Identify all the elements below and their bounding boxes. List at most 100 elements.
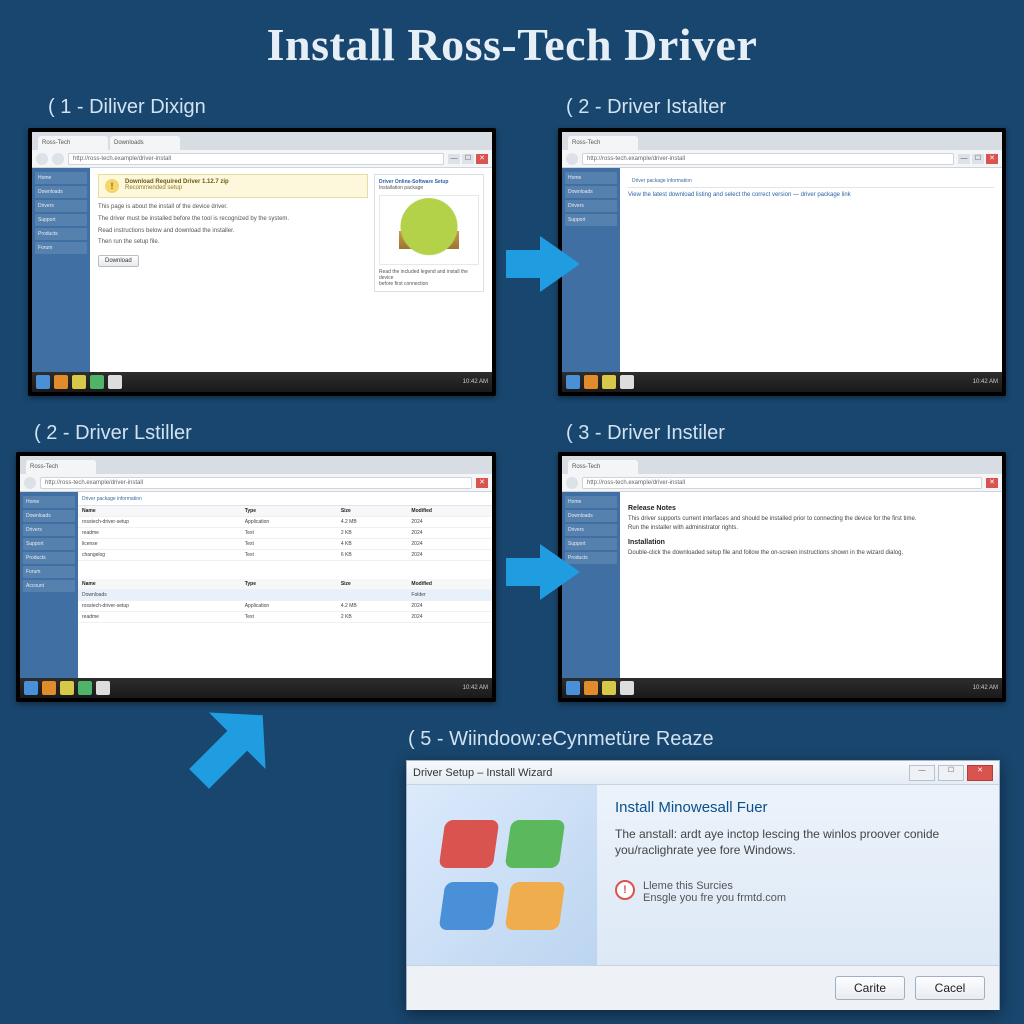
- window-minimize-icon[interactable]: —: [958, 154, 970, 164]
- address-bar[interactable]: http://ross-tech.example/driver-install: [40, 477, 472, 489]
- table-row[interactable]: changelogText6 KB2024: [78, 550, 492, 561]
- card-footer-text: before first connection: [379, 281, 479, 287]
- table-row[interactable]: readmeText2 KB2024: [78, 528, 492, 539]
- step-2b-label: ( 2 - Driver Lstiller: [34, 422, 192, 445]
- table-row[interactable]: licenseText4 KB2024: [78, 539, 492, 550]
- section-heading: Release Notes: [628, 504, 994, 513]
- flow-arrow-icon: [540, 236, 580, 292]
- site-sidebar: Home Downloads Drivers Support Products …: [32, 168, 90, 372]
- sidebar-item[interactable]: Home: [565, 496, 617, 508]
- back-icon[interactable]: [24, 477, 36, 489]
- browser-tab[interactable]: Ross-Tech: [568, 460, 638, 474]
- taskbar: 10:42 AM: [20, 678, 492, 698]
- card-footer-text: Read the included legend and install the…: [379, 269, 479, 281]
- table-row[interactable]: rosstech-driver-setupApplication4.2 MB20…: [78, 601, 492, 612]
- forward-icon[interactable]: [52, 153, 64, 165]
- taskbar-app-icon[interactable]: [620, 375, 634, 389]
- sidebar-item[interactable]: Downloads: [565, 510, 617, 522]
- step-2a-label: ( 2 - Driver Istalter: [566, 96, 726, 119]
- start-icon[interactable]: [24, 681, 38, 695]
- taskbar: 10:42 AM: [562, 372, 1002, 392]
- download-notice: Download Required Driver 1.12.7 zip Reco…: [98, 174, 368, 198]
- back-icon[interactable]: [566, 153, 578, 165]
- sidebar-item[interactable]: Forum: [35, 242, 87, 254]
- step-3-label: ( 3 - Driver Instiler: [566, 422, 725, 445]
- sidebar-item[interactable]: Products: [23, 552, 75, 564]
- window-maximize-icon[interactable]: ☐: [972, 154, 984, 164]
- window-maximize-icon[interactable]: ☐: [938, 765, 964, 781]
- taskbar-app-icon[interactable]: [72, 375, 86, 389]
- window-close-icon[interactable]: ✕: [967, 765, 993, 781]
- taskbar-app-icon[interactable]: [90, 375, 104, 389]
- product-illustration: [379, 195, 479, 265]
- sidebar-item[interactable]: Products: [35, 228, 87, 240]
- taskbar-app-icon[interactable]: [60, 681, 74, 695]
- sidebar-item[interactable]: Drivers: [35, 200, 87, 212]
- taskbar-app-icon[interactable]: [42, 681, 56, 695]
- sidebar-item[interactable]: Drivers: [23, 524, 75, 536]
- card-subheading: Installation package: [379, 185, 479, 191]
- step-2b-screenshot: Ross-Tech http://ross-tech.example/drive…: [16, 452, 496, 702]
- flow-arrow-icon: [540, 544, 580, 600]
- window-maximize-icon[interactable]: ☐: [462, 154, 474, 164]
- start-icon[interactable]: [566, 375, 580, 389]
- sidebar-item[interactable]: Drivers: [565, 200, 617, 212]
- address-bar[interactable]: http://ross-tech.example/driver-install: [582, 477, 982, 489]
- taskbar-app-icon[interactable]: [54, 375, 68, 389]
- browser-tab[interactable]: Ross-Tech: [38, 136, 108, 150]
- browser-tab-strip: Ross-Tech Downloads: [32, 132, 492, 150]
- window-minimize-icon[interactable]: —: [909, 765, 935, 781]
- window-close-icon[interactable]: ✕: [986, 154, 998, 164]
- window-close-icon[interactable]: ✕: [476, 478, 488, 488]
- browser-tab[interactable]: Ross-Tech: [26, 460, 96, 474]
- window-minimize-icon[interactable]: —: [448, 154, 460, 164]
- sidebar-item[interactable]: Home: [565, 172, 617, 184]
- taskbar-app-icon[interactable]: [108, 375, 122, 389]
- sidebar-item[interactable]: Forum: [23, 566, 75, 578]
- installer-dialog: Driver Setup – Install Wizard — ☐ ✕ Inst…: [406, 760, 1000, 1010]
- taskbar-app-icon[interactable]: [584, 681, 598, 695]
- cancel-button[interactable]: Cacel: [915, 976, 985, 1000]
- table-header-row: NameTypeSizeModified: [78, 506, 492, 517]
- notice-subtitle: Recommended setup: [125, 185, 229, 191]
- sidebar-item[interactable]: Downloads: [35, 186, 87, 198]
- sidebar-item[interactable]: Support: [35, 214, 87, 226]
- address-bar[interactable]: http://ross-tech.example/driver-install: [68, 153, 444, 165]
- sidebar-item[interactable]: Downloads: [23, 510, 75, 522]
- sidebar-item[interactable]: Home: [35, 172, 87, 184]
- start-icon[interactable]: [36, 375, 50, 389]
- address-bar[interactable]: http://ross-tech.example/driver-install: [582, 153, 954, 165]
- table-row[interactable]: readmeText2 KB2024: [78, 612, 492, 623]
- table-row[interactable]: rosstech-driver-setupApplication4.2 MB20…: [78, 517, 492, 528]
- taskbar-app-icon[interactable]: [602, 375, 616, 389]
- window-close-icon[interactable]: ✕: [986, 478, 998, 488]
- taskbar-app-icon[interactable]: [602, 681, 616, 695]
- download-button[interactable]: Download: [98, 255, 139, 267]
- body-text: Double-click the downloaded setup file a…: [628, 549, 994, 557]
- step-1-label: ( 1 - Diliver Dixign: [48, 96, 206, 119]
- sidebar-item[interactable]: Support: [565, 214, 617, 226]
- start-icon[interactable]: [566, 681, 580, 695]
- sidebar-item[interactable]: Support: [23, 538, 75, 550]
- table-row[interactable]: DownloadsFolder: [78, 590, 492, 601]
- step-5-label: ( 5 - Wiindoow:eCynmetüre Reaze: [408, 728, 714, 751]
- sidebar-item[interactable]: Drivers: [565, 524, 617, 536]
- download-link-line[interactable]: View the latest download listing and sel…: [628, 192, 994, 200]
- browser-tab[interactable]: Ross-Tech: [568, 136, 638, 150]
- taskbar-app-icon[interactable]: [620, 681, 634, 695]
- back-icon[interactable]: [566, 477, 578, 489]
- taskbar-app-icon[interactable]: [78, 681, 92, 695]
- file-listing-table: NameTypeSizeModified rosstech-driver-set…: [78, 506, 492, 561]
- window-close-icon[interactable]: ✕: [476, 154, 488, 164]
- step-2a-screenshot: Ross-Tech http://ross-tech.example/drive…: [558, 128, 1006, 396]
- browser-tab[interactable]: Downloads: [110, 136, 180, 150]
- page-toolbar: Driver package information: [628, 174, 994, 188]
- sidebar-item[interactable]: Account: [23, 580, 75, 592]
- taskbar-app-icon[interactable]: [96, 681, 110, 695]
- taskbar-app-icon[interactable]: [584, 375, 598, 389]
- sidebar-item[interactable]: Downloads: [565, 186, 617, 198]
- sidebar-item[interactable]: Home: [23, 496, 75, 508]
- body-text: This driver supports current interfaces …: [628, 515, 994, 523]
- back-icon[interactable]: [36, 153, 48, 165]
- continue-button[interactable]: Carite: [835, 976, 905, 1000]
